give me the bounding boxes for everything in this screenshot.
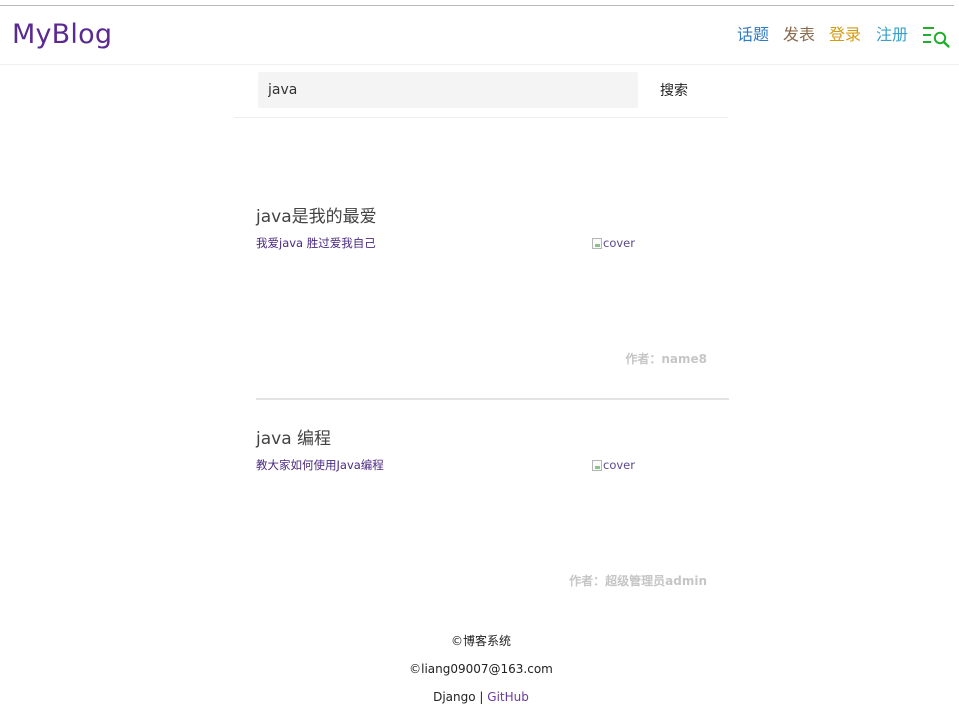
post-cover-alt: cover — [603, 236, 635, 250]
post-summary-link[interactable]: 教大家如何使用Java编程 — [256, 457, 384, 473]
post-summary-link[interactable]: 我爱java 胜过爱我自己 — [256, 235, 376, 251]
brand-logo[interactable]: MyBlog — [12, 17, 112, 53]
broken-image-icon — [592, 459, 602, 471]
nav-login-link[interactable]: 登录 — [829, 24, 861, 46]
nav-register-link[interactable]: 注册 — [876, 24, 908, 46]
footer-separator: | — [475, 690, 488, 704]
github-link[interactable]: GitHub — [487, 690, 529, 704]
footer-copyright: ©博客系统 — [450, 634, 511, 648]
post-author: 作者：name8 — [625, 352, 707, 366]
post-author: 作者：超级管理员admin — [569, 574, 707, 588]
broken-image-icon — [592, 237, 602, 249]
footer: ©博客系统 ©liang09007@163.com Django | GitHu… — [0, 630, 959, 714]
post-title-link[interactable]: java 编程 — [256, 426, 331, 452]
search-button[interactable]: 搜索 — [644, 72, 704, 108]
post-item: java是我的最爱 我爱java 胜过爱我自己 cover 作者：name8 — [256, 204, 729, 400]
post-item: java 编程 教大家如何使用Java编程 cover 作者：超级管理员admi… — [256, 426, 729, 596]
post-cover-alt: cover — [603, 458, 635, 472]
post-title-link[interactable]: java是我的最爱 — [256, 204, 377, 230]
post-cover-image[interactable]: cover — [592, 235, 635, 251]
search-bar: 搜索 — [234, 65, 728, 118]
search-toggle-icon[interactable] — [922, 25, 952, 49]
footer-links: Django | GitHub — [0, 686, 959, 714]
footer-framework: Django — [433, 690, 476, 704]
post-cover-image[interactable]: cover — [592, 457, 635, 473]
footer-email: ©liang09007@163.com — [409, 662, 553, 676]
search-input[interactable] — [258, 72, 638, 108]
navbar: MyBlog 话题 发表 登录 注册 — [0, 6, 959, 65]
nav-post-link[interactable]: 发表 — [783, 24, 815, 46]
nav-topics-link[interactable]: 话题 — [737, 24, 769, 46]
